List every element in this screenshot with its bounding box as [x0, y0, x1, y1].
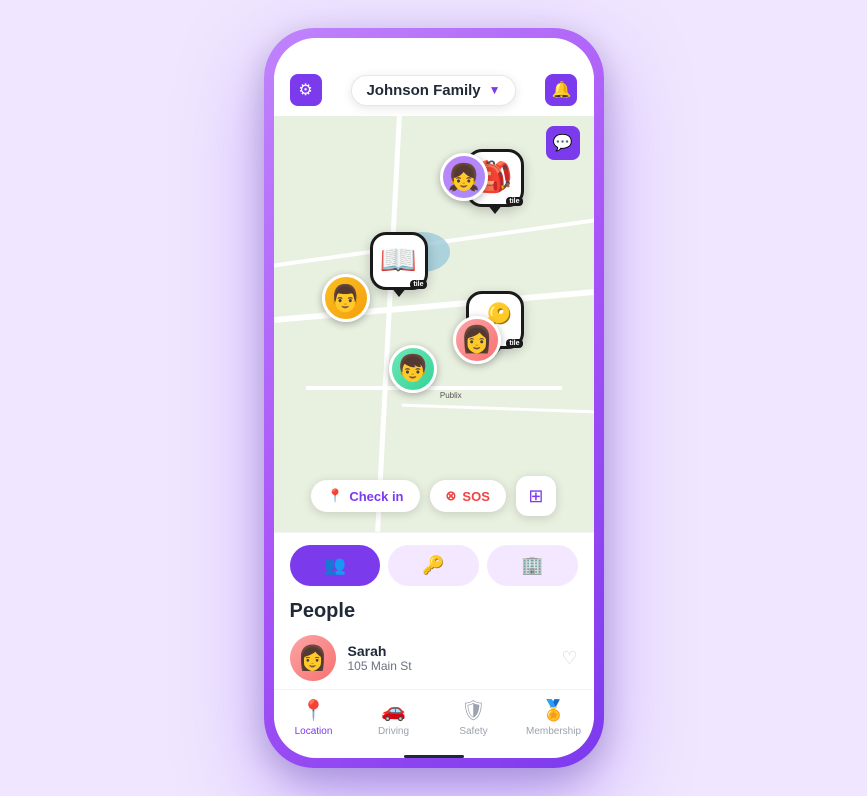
- person-pin-teen-boy[interactable]: 👦: [389, 345, 437, 393]
- checkin-icon: 📍: [327, 488, 343, 504]
- person-row-sarah[interactable]: 👩 Sarah 105 Main St ♡: [290, 635, 578, 689]
- tile-badge: tile: [506, 197, 522, 206]
- family-selector[interactable]: Johnson Family ▼: [351, 75, 515, 106]
- location-nav-label: Location: [295, 726, 333, 737]
- safety-nav-label: Safety: [459, 726, 487, 737]
- layers-icon: ⊞: [528, 486, 543, 507]
- membership-nav-label: Membership: [526, 726, 581, 737]
- person-address: 105 Main St: [348, 659, 550, 673]
- sos-icon: ⊗: [446, 488, 457, 504]
- notch: [374, 38, 494, 66]
- safety-nav-icon: 🛡: [461, 698, 486, 723]
- notifications-button[interactable]: 🔔: [545, 74, 577, 106]
- bell-icon: 🔔: [552, 80, 572, 100]
- layers-button[interactable]: ⊞: [516, 476, 556, 516]
- driving-nav-icon: 🚗: [381, 698, 406, 723]
- tab-places[interactable]: 🏢: [487, 545, 578, 586]
- tile-badge: tile: [506, 339, 522, 348]
- person-pin-teen-girl[interactable]: 👧: [440, 153, 488, 201]
- phone-screen: ⚙ Johnson Family ▼ 🔔 Todds Lake: [274, 38, 594, 758]
- nav-item-driving[interactable]: 🚗 Driving: [354, 698, 434, 737]
- map-label-publix: Publix: [440, 391, 462, 400]
- map-road: [402, 404, 594, 414]
- tab-devices[interactable]: 🔑: [388, 545, 479, 586]
- people-icon: 👥: [324, 555, 346, 576]
- sos-button[interactable]: ⊗ SOS: [430, 480, 506, 512]
- places-icon: 🏢: [521, 555, 543, 576]
- chevron-down-icon: ▼: [489, 83, 501, 97]
- sos-label: SOS: [462, 489, 489, 504]
- book-icon: 📖: [380, 246, 417, 276]
- person-info-sarah: Sarah 105 Main St: [348, 643, 550, 673]
- chat-button[interactable]: 💬: [546, 126, 580, 160]
- person-avatar-sarah: 👩: [290, 635, 336, 681]
- nav-home-indicator: [404, 755, 464, 758]
- phone-frame: ⚙ Johnson Family ▼ 🔔 Todds Lake: [264, 28, 604, 768]
- chat-icon: 💬: [553, 133, 573, 153]
- favorite-button[interactable]: ♡: [561, 648, 577, 669]
- location-nav-icon: 📍: [301, 698, 326, 723]
- person-pin-dad[interactable]: 👨: [322, 274, 370, 322]
- map-controls: 📍 Check in ⊗ SOS ⊞: [274, 476, 594, 516]
- bottom-panel: 👥 🔑 🏢 People 👩 Sarah 105 Main St: [274, 532, 594, 689]
- person-name: Sarah: [348, 643, 550, 659]
- family-name-label: Johnson Family: [366, 82, 480, 99]
- tab-people[interactable]: 👥: [290, 545, 381, 586]
- nav-item-safety[interactable]: 🛡 Safety: [434, 698, 514, 737]
- map-container[interactable]: Todds Lake Publix 💬 🎒 tile 📖: [274, 116, 594, 532]
- driving-nav-label: Driving: [378, 726, 409, 737]
- settings-button[interactable]: ⚙: [290, 74, 322, 106]
- gear-icon: ⚙: [298, 80, 312, 100]
- checkin-button[interactable]: 📍 Check in: [311, 480, 419, 512]
- nav-bar: 📍 Location 🚗 Driving 🛡 Safety 🏅 Membersh…: [274, 689, 594, 751]
- section-title: People: [290, 600, 578, 623]
- tile-item-book[interactable]: 📖 tile: [370, 232, 428, 290]
- nav-item-location[interactable]: 📍 Location: [274, 698, 354, 737]
- nav-item-membership[interactable]: 🏅 Membership: [514, 698, 594, 737]
- tile-badge: tile: [410, 280, 426, 289]
- devices-icon: 🔑: [422, 555, 444, 576]
- map-road: [375, 116, 402, 532]
- map-background: Todds Lake Publix 💬 🎒 tile 📖: [274, 116, 594, 532]
- content-tabs: 👥 🔑 🏢: [290, 545, 578, 586]
- checkin-label: Check in: [349, 489, 403, 504]
- person-pin-mom[interactable]: 👩: [453, 316, 501, 364]
- membership-nav-icon: 🏅: [541, 698, 566, 723]
